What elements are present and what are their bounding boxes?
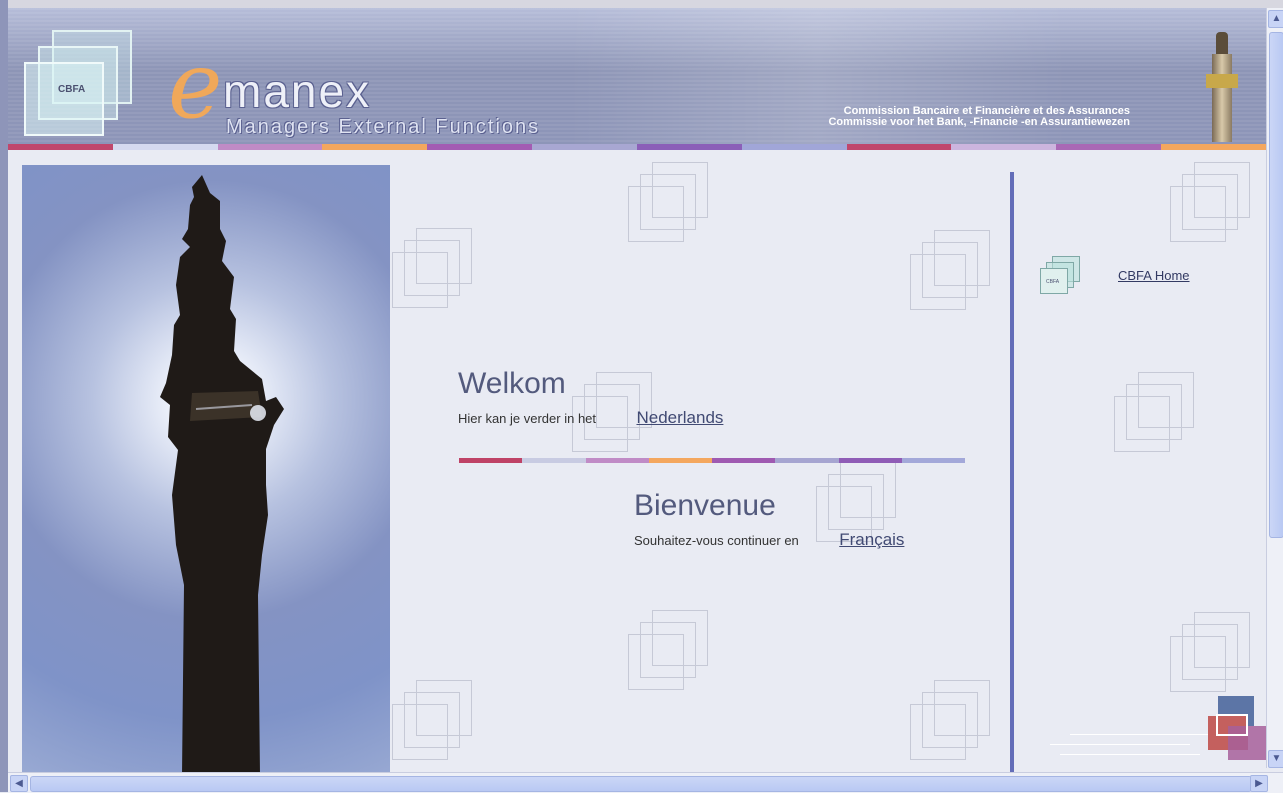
cbfa-logo-text: CBFA [58,84,86,95]
color-stripe-segment [217,144,323,150]
color-stripe-segment [427,144,533,150]
decorative-squares [1170,612,1260,702]
decorative-squares [1170,162,1260,252]
cbfa-home-link[interactable]: CBFA Home [1118,268,1190,283]
corner-logo [1206,696,1268,762]
page-header: CBFA e manex Managers External Functions… [8,8,1266,145]
window-left-border [0,0,8,792]
divider-segment [648,458,712,463]
decorative-squares [628,162,718,252]
color-stripe-segment [951,144,1057,150]
welcome-dutch-section: Welkom Hier kan je verder in het Nederla… [458,366,723,428]
emanex-subtitle: Managers External Functions [226,116,541,138]
welcome-dutch-heading: Welkom [458,367,566,400]
color-stripe-segment [741,144,847,150]
scroll-right-button[interactable]: ▶ [1250,775,1268,792]
corner-decoration-lines [1050,730,1210,760]
sidebar-separator [1010,172,1014,774]
emanex-logo-e: e [168,32,223,139]
divider-segment [901,458,965,463]
scroll-down-button[interactable]: ▼ [1268,750,1283,768]
divider-segment [775,458,839,463]
color-stripe-segment [1161,144,1266,150]
color-stripe-segment [532,144,637,150]
decorative-squares [392,228,482,318]
decorative-squares [910,230,1000,320]
color-stripe-segment [322,144,428,150]
column-silhouette [160,175,284,775]
column-thumbnail-image [1200,28,1244,142]
decorative-squares [628,610,718,700]
divider-segment [522,458,586,463]
horizontal-scrollbar[interactable]: ◀ ▶ [8,772,1283,793]
decorative-squares [392,680,482,770]
horizontal-scroll-thumb[interactable] [30,776,1252,792]
language-divider [459,458,965,463]
divider-segment [712,458,776,463]
divider-segment [585,458,649,463]
welcome-french-text: Souhaitez-vous continuer en [634,533,799,548]
color-stripe-segment [636,144,742,150]
cbfa-home-icon-text: CBFA [1046,279,1060,285]
decorative-squares [1114,372,1204,462]
column-photo [22,165,390,775]
cbfa-home-icon[interactable]: CBFA [1040,256,1082,296]
vertical-scrollbar[interactable]: ▲ ▼ [1266,8,1283,768]
cbfa-logo: CBFA [22,22,132,136]
decorative-squares [910,680,1000,770]
emanex-logo-word: manex [223,65,372,117]
welcome-french-section: Bienvenue Souhaitez-vous continuer en Fr… [634,488,904,550]
scroll-up-button[interactable]: ▲ [1268,10,1283,28]
color-stripe-segment [8,144,113,150]
welcome-dutch-text: Hier kan je verder in het [458,411,597,426]
color-stripe-segment [846,144,952,150]
welcome-french-heading: Bienvenue [634,489,776,522]
vertical-scroll-thumb[interactable] [1269,32,1283,538]
color-stripe-segment [112,144,218,150]
commission-names: Commission Bancaire et Financière et des… [750,106,1130,128]
scroll-left-button[interactable]: ◀ [10,775,28,792]
window-top-border [0,0,1283,8]
color-stripe-segment [1056,144,1162,150]
french-language-link[interactable]: Français [839,530,904,549]
commission-dutch: Commissie voor het Bank, -Financie -en A… [828,116,1130,128]
divider-segment [838,458,902,463]
divider-segment [459,458,523,463]
header-color-bar [8,144,1266,150]
dutch-language-link[interactable]: Nederlands [636,408,723,427]
